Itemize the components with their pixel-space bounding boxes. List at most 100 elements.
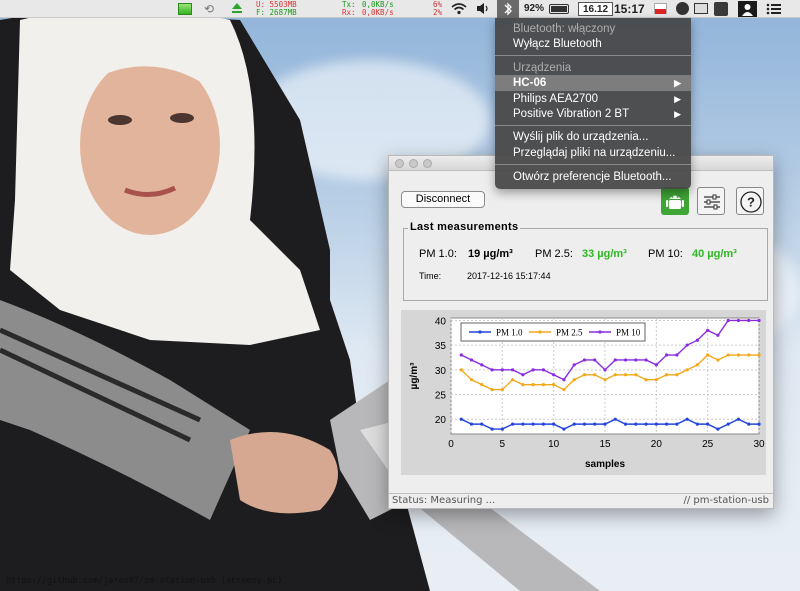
data-point [603,378,607,382]
data-point [541,383,545,387]
data-point [685,417,689,421]
data-point [654,378,658,382]
data-point [654,363,658,367]
zoom-window-button[interactable] [423,159,432,168]
status-text: Status: Measuring ... [392,495,496,506]
data-point [459,368,463,372]
close-window-button[interactable] [395,159,404,168]
notification-center-icon[interactable] [766,3,782,15]
bluetooth-preferences-item[interactable]: Otwórz preferencje Bluetooth... [495,169,691,185]
data-point [469,358,474,362]
send-file-item[interactable]: Wyślij plik do urządzenia... [495,129,691,145]
wifi-icon[interactable] [451,2,467,20]
data-point [706,353,710,357]
help-button[interactable]: ? [736,187,764,215]
data-point [634,373,638,377]
minimize-window-button[interactable] [409,159,418,168]
time-machine-icon[interactable]: ⟲ [204,0,214,18]
menu-separator [495,164,691,165]
data-point [665,422,669,426]
x-tick-label: 15 [599,439,611,450]
data-point [623,422,628,426]
language-flag-icon[interactable] [654,3,667,14]
data-point [613,373,617,377]
chart-area: 0 5 10 15 20 25 30 20 25 30 35 40 samples µg/m³ PM 1.0… [401,310,766,475]
device-item-philips[interactable]: Philips AEA2700 ▶ [495,91,691,107]
help-icon: ? [740,191,762,213]
data-point [490,387,494,392]
data-point [757,318,761,323]
data-point [572,378,576,382]
menu-bar: ⟲ U: 5503MB F: 2687MB Tx: 0,0KB/s Rx: 0,… [0,0,800,18]
data-point [634,358,638,362]
legend-marker [478,330,482,334]
data-point [603,422,607,426]
device-label: Philips AEA2700 [513,93,599,105]
data-point [469,378,474,382]
y-tick-label: 25 [435,391,447,402]
bluetooth-status: Bluetooth: włączony [513,23,616,35]
legend-label: PM 10 [616,328,641,338]
device-item-hc06[interactable]: HC-06 ▶ [495,75,691,91]
yin-yang-icon[interactable] [676,2,689,15]
data-point [736,353,741,357]
settings-button[interactable] [697,187,725,215]
net-rx-label: Rx: [342,8,356,17]
device-item-positive-vibration[interactable]: Positive Vibration 2 BT ▶ [495,106,691,122]
date-display[interactable]: 16.12 [578,2,614,16]
data-point [613,417,617,421]
eject-icon[interactable] [231,2,243,14]
data-point [541,368,545,372]
data-point [531,422,535,426]
data-point [490,427,494,431]
disconnect-button[interactable]: Disconnect [401,191,485,208]
x-tick-label: 30 [753,439,765,450]
app-name: // pm-station-usb [683,495,769,506]
data-point [675,422,679,426]
data-point [757,353,761,357]
data-point [634,422,638,426]
data-point [511,368,515,372]
bluetooth-icon[interactable] [497,0,519,18]
legend-label: PM 1.0 [496,328,523,338]
data-point [726,318,730,323]
battery-icon[interactable] [549,4,569,14]
data-point [757,422,761,426]
pm25-label: PM 2.5: [535,248,573,260]
data-point [675,353,679,357]
data-point [706,422,710,426]
measurements-title: Last measurements [408,221,521,233]
battery-percent: 92% [524,3,545,14]
data-point [747,318,751,323]
pm-station-window: Disconnect ? Last measurements PM 1.0: 1… [388,155,774,509]
user-icon[interactable] [738,1,757,17]
data-point [480,383,484,387]
data-point [531,368,535,372]
data-point [716,333,720,337]
data-point [685,368,689,372]
data-point [706,328,710,332]
data-point [747,353,751,357]
x-tick-label: 20 [651,439,663,450]
submenu-arrow-icon: ▶ [674,94,681,104]
display-icon[interactable] [694,3,708,14]
data-point [623,373,628,377]
android-icon [666,195,684,209]
clock-display[interactable]: 15:17 [614,0,645,18]
volume-icon[interactable] [476,2,490,20]
pm25-value: 33 µg/m³ [582,248,627,260]
bluetooth-off-item[interactable]: Wyłącz Bluetooth [495,36,691,52]
data-point [480,363,484,367]
app-status-icon[interactable] [714,2,728,16]
data-point [695,363,699,367]
data-point [490,368,494,372]
data-point [736,318,741,323]
data-point [644,422,648,426]
android-button[interactable] [661,187,689,215]
data-point [716,358,720,362]
cpu-bottom: 2% [433,8,443,17]
browse-files-item[interactable]: Przeglądaj pliki na urządzeniu... [495,145,691,161]
activity-monitor-icon[interactable] [178,3,192,15]
pm10-label: PM 10: [648,248,683,260]
sliders-icon [704,194,720,210]
